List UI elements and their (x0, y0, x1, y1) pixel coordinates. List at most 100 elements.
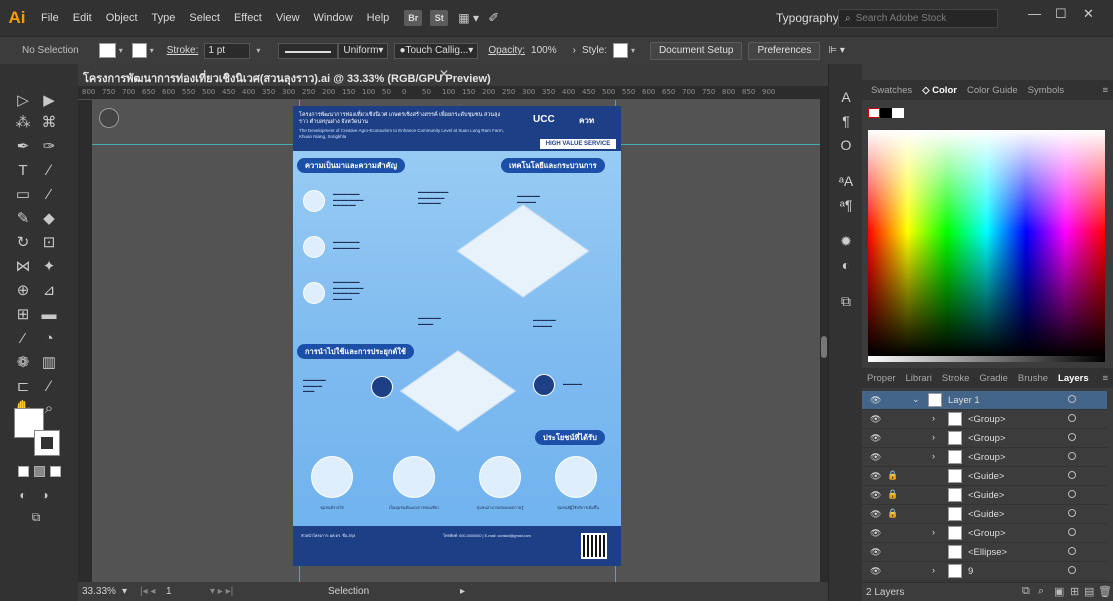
tab-brushes[interactable]: Brushe (1013, 373, 1053, 384)
layer-row[interactable]: 👁 › 9 (862, 562, 1107, 581)
stroke-color-box[interactable] (34, 430, 60, 456)
layer-row[interactable]: 👁 🔒 <Guide> (862, 505, 1107, 524)
width-tool-icon[interactable]: ⋈ (12, 256, 34, 278)
visibility-eye-icon[interactable]: 👁 (870, 509, 881, 520)
shaper-tool-icon[interactable]: ✎ (12, 208, 34, 230)
slice-tool-icon[interactable]: ∕ (38, 376, 60, 398)
document-tab[interactable]: โครงการพัฒนาการท่องเที่ยวเชิงนิเวศ(สวนลุ… (78, 64, 828, 86)
appearance-panel-icon[interactable]: ✹ (837, 232, 855, 250)
chevron-down-icon[interactable]: ▾ (256, 46, 266, 55)
tab-layers[interactable]: Layers (1053, 373, 1094, 384)
tab-stroke[interactable]: Stroke (937, 373, 974, 384)
tab-properties[interactable]: Proper (862, 373, 901, 384)
tab-color[interactable]: ◇ Color (917, 85, 962, 96)
draw-mode-icon[interactable]: ◐ (12, 484, 34, 506)
tab-libraries[interactable]: Librari (901, 373, 937, 384)
none-mode-icon[interactable] (50, 466, 61, 477)
curvature-tool-icon[interactable]: ✑ (38, 136, 60, 158)
chevron-down-icon[interactable]: ⌄ (912, 394, 920, 405)
preferences-button[interactable]: Preferences (748, 41, 821, 60)
artboard-tool-icon[interactable]: ⊏ (12, 376, 34, 398)
visibility-eye-icon[interactable]: 👁 (870, 471, 881, 482)
next-artboard-icon[interactable]: ▾ ▸ ▸| (210, 586, 233, 597)
color-spectrum[interactable] (868, 130, 1105, 356)
direct-selection-tool-icon[interactable]: ▶ (38, 90, 60, 112)
layer-name[interactable]: Layer 1 (948, 395, 980, 406)
rectangle-tool-icon[interactable]: ▭ (12, 184, 34, 206)
gradient-mode-icon[interactable] (34, 466, 45, 477)
shape-builder-icon[interactable]: ⊕ (12, 280, 34, 302)
new-layer-icon[interactable]: ▤ (1084, 585, 1094, 598)
style-swatch[interactable]: ▾ (612, 43, 638, 58)
zoom-dropdown-icon[interactable]: ▾ (122, 586, 127, 597)
arrange-documents-icon[interactable]: ▦ ▾ (458, 11, 484, 25)
stroke-swatch[interactable]: ▾ (131, 43, 157, 58)
target-circle-icon[interactable] (1068, 490, 1076, 498)
target-circle-icon[interactable] (1068, 414, 1076, 422)
visibility-eye-icon[interactable]: 👁 (870, 414, 881, 425)
artboards-panel-icon[interactable]: ⧉ (837, 292, 855, 310)
chevron-right-icon[interactable]: › (932, 527, 935, 537)
visibility-eye-icon[interactable]: 👁 (870, 433, 881, 444)
document-setup-button[interactable]: Document Setup (649, 41, 743, 60)
type-tool-icon[interactable]: T (12, 160, 34, 182)
eraser-tool-icon[interactable]: ◆ (38, 208, 60, 230)
menu-edit[interactable]: Edit (66, 12, 99, 24)
menu-type[interactable]: Type (145, 12, 183, 24)
visibility-eye-icon[interactable]: 👁 (870, 452, 881, 463)
white-swatch[interactable] (892, 108, 904, 118)
tab-color-guide[interactable]: Color Guide (962, 85, 1023, 96)
menu-window[interactable]: Window (307, 12, 360, 24)
target-circle-icon[interactable] (1068, 566, 1076, 574)
paintbrush-tool-icon[interactable]: ⁄ (38, 184, 60, 206)
menu-help[interactable]: Help (360, 12, 397, 24)
bridge-button[interactable]: Br (404, 10, 423, 26)
lock-icon[interactable]: 🔒 (887, 508, 898, 519)
layer-row[interactable]: 👁 › <Group> (862, 410, 1107, 429)
graphic-styles-icon[interactable]: ◐ (837, 256, 855, 274)
artboard-number[interactable]: 1 (166, 586, 172, 597)
opacity-label[interactable]: Opacity: (488, 45, 525, 56)
draw-behind-icon[interactable]: ◑ (34, 484, 56, 506)
color-mode-icon[interactable] (18, 466, 29, 477)
opacity-value[interactable]: 100% (531, 45, 557, 56)
eyedropper-icon[interactable]: ⁄ (12, 328, 34, 350)
blend-tool-icon[interactable]: ◔ (38, 328, 60, 350)
black-swatch[interactable] (880, 108, 892, 118)
layer-name[interactable]: <Group> (968, 414, 1006, 425)
lock-icon[interactable]: 🔒 (887, 489, 898, 500)
vertical-scrollbar[interactable] (820, 86, 828, 582)
visibility-eye-icon[interactable]: 👁 (870, 490, 881, 501)
zoom-level[interactable]: 33.33% (82, 586, 116, 597)
lock-icon[interactable]: 🔒 (887, 470, 898, 481)
panel-menu-icon[interactable]: ≡ (1097, 85, 1113, 96)
visibility-eye-icon[interactable]: 👁 (870, 547, 881, 558)
panel-menu-icon[interactable]: ≡ (1097, 373, 1113, 384)
layer-row[interactable]: 👁 › <Group> (862, 429, 1107, 448)
glyphs-panel-icon[interactable]: ᵃA (837, 172, 855, 190)
chevron-right-icon[interactable]: › (932, 432, 935, 442)
delete-icon[interactable]: 🗑 (1098, 585, 1112, 598)
layer-name[interactable]: <Guide> (968, 471, 1004, 482)
rotate-tool-icon[interactable]: ↻ (12, 232, 34, 254)
close-tab-icon[interactable]: ✕ (439, 67, 449, 81)
variable-width-profile[interactable] (278, 42, 339, 59)
layer-name[interactable]: <Guide> (968, 490, 1004, 501)
pen-tool-icon[interactable]: ✒ (12, 136, 34, 158)
menu-view[interactable]: View (269, 12, 307, 24)
clipping-mask-icon[interactable]: ▣ (1054, 585, 1064, 598)
menu-select[interactable]: Select (182, 12, 227, 24)
gradient-tool-icon[interactable]: ▬ (38, 304, 60, 326)
first-artboard-icon[interactable]: |◂ ◂ (140, 586, 155, 597)
layer-row[interactable]: 👁 🔒 <Guide> (862, 467, 1107, 486)
visibility-eye-icon[interactable]: 👁 (870, 528, 881, 539)
layer-name[interactable]: <Group> (968, 452, 1006, 463)
layer-row[interactable]: 👁 <Ellipse> (862, 543, 1107, 562)
status-menu-icon[interactable]: ▸ (460, 586, 465, 597)
perspective-grid-icon[interactable]: ⊿ (38, 280, 60, 302)
tab-swatches[interactable]: Swatches (866, 85, 917, 96)
layer-name[interactable]: <Group> (968, 528, 1006, 539)
close-window-icon[interactable]: ✕ (1083, 6, 1094, 22)
target-circle-icon[interactable] (1068, 547, 1076, 555)
menu-effect[interactable]: Effect (227, 12, 269, 24)
